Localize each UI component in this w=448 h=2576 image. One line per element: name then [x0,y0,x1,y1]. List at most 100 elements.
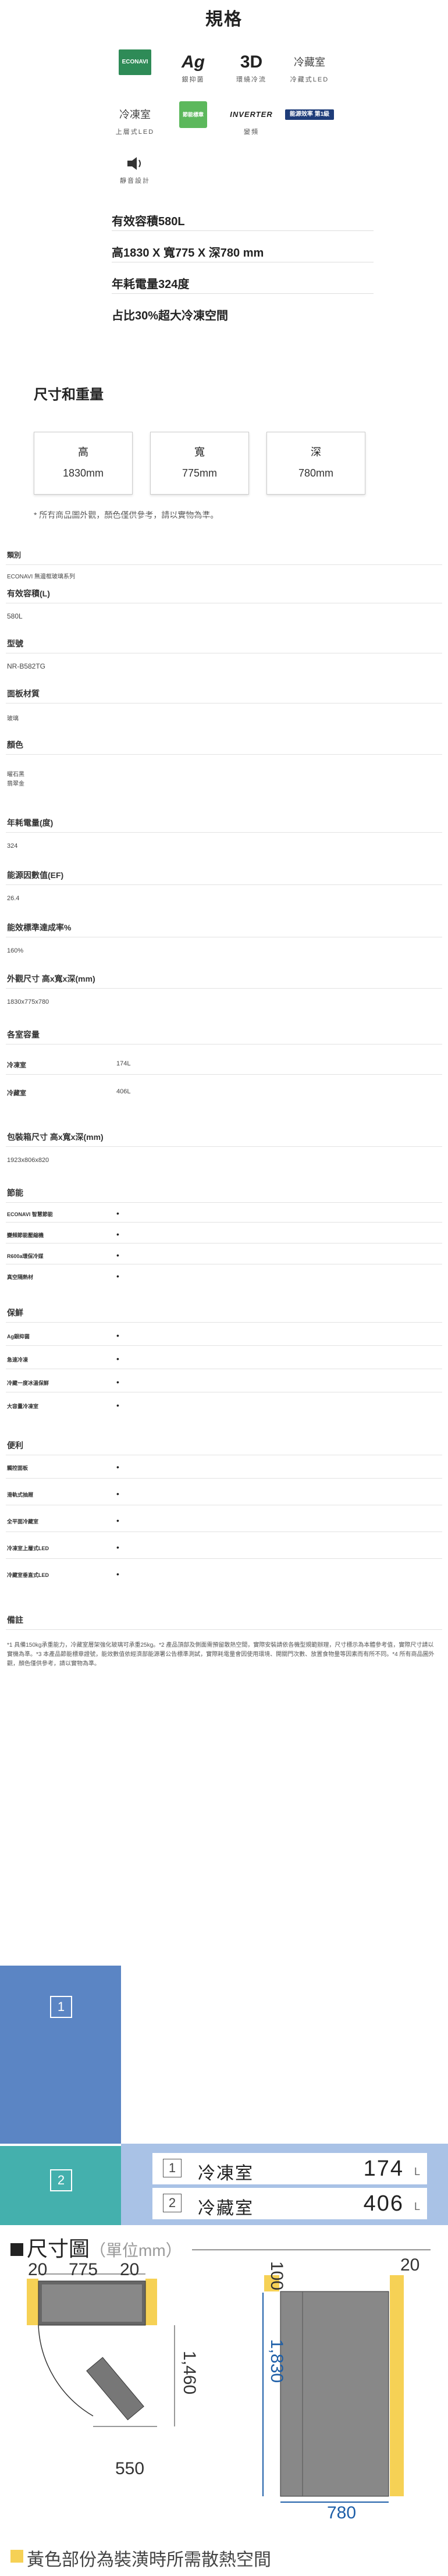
check-dot-icon: • [116,1377,119,1387]
freshness-label: 保鮮 [7,1308,23,1317]
door-swing-arc [38,2325,94,2417]
check-dot-icon: • [116,1250,119,1260]
check-dot-icon: • [116,1209,119,1218]
dim-left-gap: 20 [28,2260,48,2279]
freezer-index-box: 1 [163,2159,182,2177]
capacity-label: 有效容積(L) [7,589,50,598]
check-dot-icon: • [116,1401,119,1410]
category-label: 類別 [7,551,22,559]
quiet-icon [106,152,163,175]
dim-right-gap: 20 [120,2260,140,2279]
eco-item: R600a環保冷媒 [7,1253,44,1259]
energy-rank-badge: 能源效率 第1級 [281,104,338,148]
3d-badge: 3D 環繞冷流 [223,51,280,95]
fridge-led-icon: 冷藏室 [294,56,325,68]
remarks-text: *1 具備150kg承重能力，冷藏室層架強化玻璃可承重25kg。*2 產品頂部及… [7,1642,435,1667]
capacity-value: 580L [7,612,23,620]
check-dot-icon: • [116,1543,119,1552]
fridge-index-box: 2 [163,2194,182,2212]
freezer-volume: 174 [363,2156,404,2181]
divider [6,832,442,833]
freezer-block [0,1966,121,2144]
convenience-item: 滑軌式抽屜 [7,1492,34,1498]
dim-open-depth: 1,460 [180,2351,199,2395]
energy-icon: 節能標章 [179,101,207,128]
highlight-capacity: 有效容積580L [112,215,185,228]
convenience-item: 觸控面板 [7,1465,29,1471]
fridge-volume: 406 [363,2191,404,2216]
freezer-capacity-value: 174L [116,1060,131,1067]
convenience-label: 便利 [7,1441,23,1450]
highlight-power: 年耗電量324度 [112,278,190,291]
fridge-unit: L [414,2201,420,2212]
freshness-item: 冷藏一度冰溫保鮮 [7,1380,49,1386]
heat-space-right [145,2279,157,2325]
package-size-label: 包裝箱尺寸 高x寬x深(mm) [7,1132,104,1142]
compartment-label: 各室容量 [7,1030,40,1039]
check-dot-icon: • [116,1331,119,1340]
freezer-number-box: 1 [50,1996,72,2018]
dimension-card-width: 寬 775mm [150,432,249,495]
heat-space-note: 黃色部份為裝潢時所需散熱空間 [27,2550,271,2570]
heat-legend-swatch [10,2550,23,2563]
color-value-1: 曜石黑 [7,772,24,778]
freezer-name: 冷凍室 [198,2164,254,2183]
dim-side-gap: 20 [400,2255,420,2275]
fridge-name: 冷藏室 [198,2199,254,2218]
eco-label: 節能 [7,1188,23,1198]
ag-icon: Ag [182,52,205,72]
divider [112,293,374,294]
model-value: NR-B582TG [7,662,46,670]
divider [6,1558,442,1559]
color-label: 顏色 [7,740,23,749]
dim-top-gap: 100 [267,2261,286,2291]
dimension-card-depth: 深 780mm [266,432,365,495]
quiet-badge: 靜音設計 [106,152,163,197]
fridge-led-badge: 冷藏室 冷藏式LED [281,51,338,95]
divider [112,230,374,231]
side-view-body [280,2291,389,2497]
convenience-item: 冷凍室上層式LED [7,1545,49,1551]
freezer-led-badge: 冷凍室 上層式LED [106,104,163,148]
outer-size-value: 1830x775x780 [7,999,49,1005]
freshness-item: 大容量冷凍室 [7,1404,39,1409]
check-dot-icon: • [116,1271,119,1281]
check-dot-icon: • [116,1230,119,1239]
3d-icon: 3D [240,52,263,72]
power-label: 年耗電量(度) [7,818,54,827]
freezer-led-icon: 冷凍室 [119,109,151,120]
panel-value: 玻璃 [7,716,19,722]
dim-depth: 780 [327,2503,357,2522]
check-dot-icon: • [116,1489,119,1498]
divider [6,1478,442,1479]
inverter-icon: INVERTER [230,110,273,119]
freezer-unit: L [414,2166,420,2177]
category-value: ECONAVI 無邊框玻璃系列 [7,574,76,580]
model-label: 型號 [7,639,23,648]
color-value-2: 翡翠金 [7,781,24,787]
fridge-capacity-value: 406L [116,1088,131,1095]
rank-icon: 能源效率 第1級 [285,109,335,120]
dim-width: 775 [69,2260,98,2279]
convenience-item: 冷藏室垂直式LED [7,1572,49,1578]
package-size-value: 1923x806x820 [7,1157,49,1164]
check-dot-icon: • [116,1516,119,1525]
page-title: 規格 [205,10,243,29]
divider [6,1345,442,1346]
freshness-item: Ag銀抑菌 [7,1334,30,1339]
freezer-capacity-row: 1 冷凍室 174 L [152,2153,427,2184]
top-view-inner [42,2284,142,2322]
divider [6,1146,442,1147]
drawing-unit: （單位mm） [90,2241,182,2259]
freezer-capacity-label: 冷凍室 [7,1062,26,1069]
divider [6,884,442,885]
freshness-item: 急速冷凍 [7,1357,29,1363]
dimension-drawing [27,2273,404,2503]
dimension-card-height: 高 1830mm [34,432,133,495]
highlight-freezer-space: 占比30%超大冷凍空間 [112,310,229,322]
highlight-dimensions: 高1830 X 寬775 X 深780 mm [112,247,264,260]
divider [6,988,442,989]
econavi-badge: ECONAVI [106,49,163,95]
fridge-capacity-row: 2 冷藏室 406 L [152,2188,427,2219]
fridge-capacity-label: 冷藏室 [7,1090,26,1097]
